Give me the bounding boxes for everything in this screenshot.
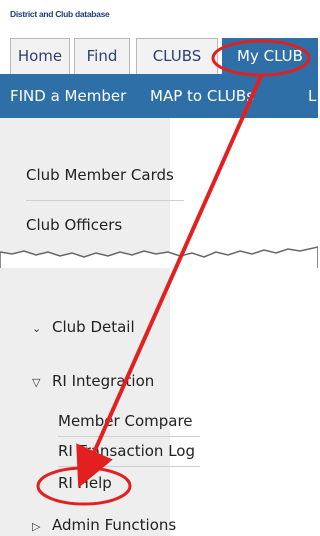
triangle-down-icon: ▽ bbox=[32, 376, 41, 389]
triangle-right-icon: ▷ bbox=[32, 520, 41, 533]
subnav-truncated-item[interactable]: L bbox=[308, 74, 316, 118]
menu-club-detail[interactable]: ⌄ Club Detail bbox=[32, 318, 135, 336]
subnav-find-a-member[interactable]: FIND a Member bbox=[10, 74, 126, 118]
menu-ri-transaction-log[interactable]: RI Transaction Log bbox=[58, 442, 195, 460]
sub-navigation-bar: FIND a Member MAP to CLUBs L bbox=[0, 74, 318, 118]
menu-ri-integration[interactable]: ▽ RI Integration bbox=[32, 372, 154, 390]
menu-club-member-cards[interactable]: Club Member Cards bbox=[26, 166, 174, 184]
chevron-down-icon: ⌄ bbox=[32, 322, 42, 335]
tab-my-club[interactable]: My CLUB bbox=[222, 38, 318, 74]
menu-admin-functions[interactable]: ▷ Admin Functions bbox=[32, 516, 176, 534]
menu-separator bbox=[26, 200, 184, 201]
tab-home[interactable]: Home bbox=[10, 38, 70, 74]
side-menu-background bbox=[0, 268, 170, 536]
menu-separator bbox=[58, 436, 200, 437]
side-menu-lower: ⌄ Club Detail ▽ RI Integration Member Comp… bbox=[0, 268, 318, 536]
menu-member-compare[interactable]: Member Compare bbox=[58, 412, 193, 430]
tab-find[interactable]: Find bbox=[74, 38, 130, 74]
main-tabs: Home Find CLUBS My CLUB bbox=[0, 38, 318, 74]
menu-separator bbox=[58, 466, 200, 467]
subnav-map-to-clubs[interactable]: MAP to CLUBs bbox=[150, 74, 254, 118]
menu-ri-help[interactable]: RI Help bbox=[58, 474, 112, 492]
tab-clubs[interactable]: CLUBS bbox=[136, 38, 218, 74]
brand-logo: District and Club database bbox=[10, 9, 110, 19]
